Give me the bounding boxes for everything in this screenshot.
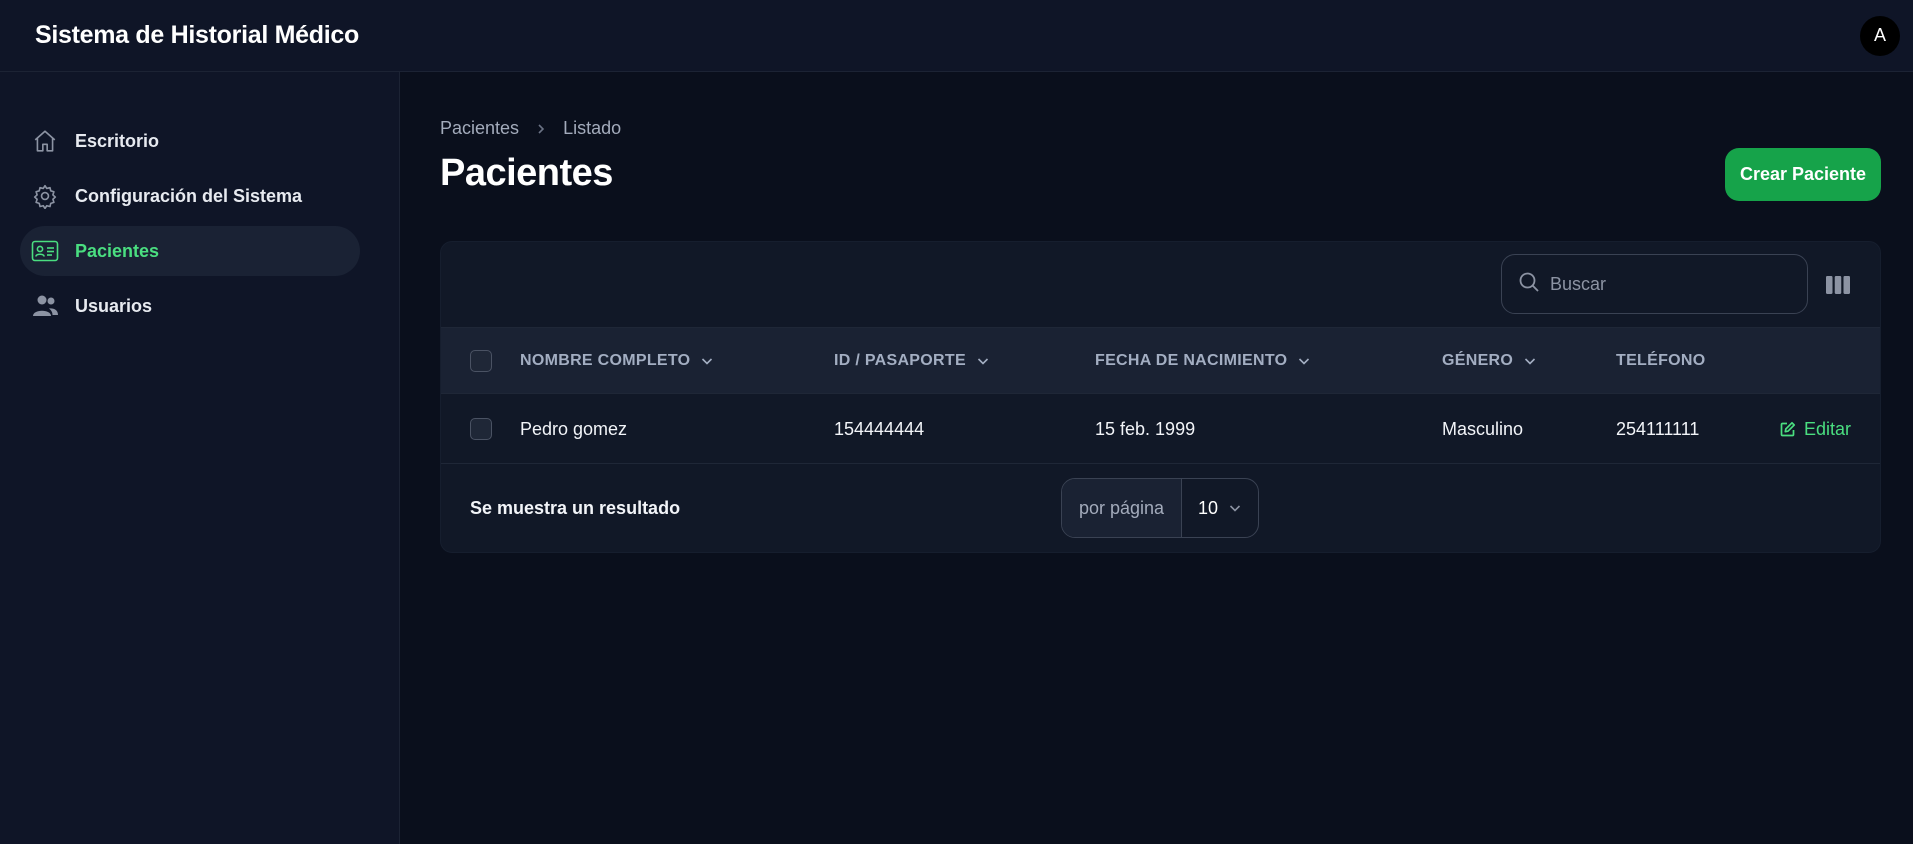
sidebar-item-escritorio[interactable]: Escritorio bbox=[20, 116, 360, 166]
main-content: Pacientes Listado Pacientes Crear Pacien… bbox=[400, 72, 1913, 844]
column-header-label: NOMBRE COMPLETO bbox=[520, 352, 691, 369]
sidebar-item-pacientes[interactable]: Pacientes bbox=[20, 226, 360, 276]
column-header-genero[interactable]: GÉNERO bbox=[1442, 328, 1537, 394]
columns-toggle-icon[interactable] bbox=[1825, 272, 1851, 298]
home-icon bbox=[30, 126, 60, 156]
cell-id: 154444444 bbox=[834, 418, 925, 439]
table-footer: Se muestra un resultado por página 10 bbox=[441, 464, 1880, 552]
edit-label: Editar bbox=[1804, 418, 1852, 439]
sidebar-item-label: Escritorio bbox=[75, 130, 160, 151]
users-icon bbox=[30, 291, 60, 321]
chevron-down-icon bbox=[1228, 501, 1242, 515]
chevron-down-icon bbox=[700, 354, 714, 368]
column-header-id[interactable]: ID / PASAPORTE bbox=[834, 328, 990, 394]
column-header-label: ID / PASAPORTE bbox=[834, 352, 966, 369]
cell-dob: 15 feb. 1999 bbox=[1095, 418, 1196, 439]
cell-name: Pedro gomez bbox=[520, 418, 628, 439]
top-bar: Sistema de Historial Médico A bbox=[0, 0, 1913, 72]
per-page-select[interactable]: por página 10 bbox=[1061, 478, 1259, 538]
sidebar: Escritorio Configuración del Sistema Pac… bbox=[0, 72, 400, 844]
search-icon bbox=[1518, 271, 1540, 298]
chevron-down-icon bbox=[1297, 354, 1311, 368]
create-patient-button[interactable]: Crear Paciente bbox=[1725, 148, 1881, 201]
table-row[interactable]: Pedro gomez 154444444 15 feb. 1999 Mascu… bbox=[441, 394, 1880, 464]
table-header: NOMBRE COMPLETO ID / PASAPORTE FECHA DE … bbox=[441, 328, 1880, 394]
chevron-down-icon bbox=[1523, 354, 1537, 368]
per-page-dropdown[interactable]: 10 bbox=[1182, 479, 1258, 537]
sidebar-item-configuracion[interactable]: Configuración del Sistema bbox=[20, 171, 360, 221]
column-header-telefono: TELÉFONO bbox=[1616, 328, 1706, 394]
select-all-checkbox[interactable] bbox=[470, 350, 492, 372]
column-header-label: GÉNERO bbox=[1442, 352, 1514, 369]
column-header-label: TELÉFONO bbox=[1616, 352, 1706, 369]
result-count: Se muestra un resultado bbox=[470, 497, 681, 518]
id-card-icon bbox=[30, 236, 60, 266]
app-title: Sistema de Historial Médico bbox=[35, 21, 359, 49]
chevron-down-icon bbox=[976, 354, 990, 368]
per-page-value: 10 bbox=[1198, 497, 1219, 518]
gear-icon bbox=[30, 181, 60, 211]
cell-gender: Masculino bbox=[1442, 418, 1524, 439]
sidebar-item-label: Configuración del Sistema bbox=[75, 185, 303, 206]
patients-table-card: NOMBRE COMPLETO ID / PASAPORTE FECHA DE … bbox=[440, 241, 1881, 553]
search-input[interactable] bbox=[1550, 273, 1807, 295]
edit-link[interactable]: Editar bbox=[1779, 394, 1851, 464]
column-header-fecha[interactable]: FECHA DE NACIMIENTO bbox=[1095, 328, 1311, 394]
table-toolbar bbox=[441, 242, 1880, 328]
page-title: Pacientes bbox=[440, 152, 613, 194]
column-header-label: FECHA DE NACIMIENTO bbox=[1095, 352, 1288, 369]
avatar[interactable]: A bbox=[1860, 15, 1900, 56]
sidebar-item-label: Pacientes bbox=[75, 240, 160, 261]
chevron-right-icon bbox=[535, 123, 547, 135]
breadcrumb-item-pacientes[interactable]: Pacientes bbox=[440, 118, 519, 139]
cell-phone: 254111111 bbox=[1616, 418, 1700, 439]
edit-icon bbox=[1779, 421, 1796, 438]
breadcrumb-item-listado: Listado bbox=[563, 118, 622, 138]
per-page-label: por página bbox=[1062, 479, 1182, 537]
sidebar-item-label: Usuarios bbox=[75, 295, 153, 316]
search-box bbox=[1501, 254, 1808, 314]
column-header-nombre[interactable]: NOMBRE COMPLETO bbox=[520, 328, 714, 394]
sidebar-item-usuarios[interactable]: Usuarios bbox=[20, 281, 360, 331]
breadcrumb: Pacientes Listado bbox=[440, 118, 621, 139]
row-checkbox[interactable] bbox=[470, 418, 492, 440]
